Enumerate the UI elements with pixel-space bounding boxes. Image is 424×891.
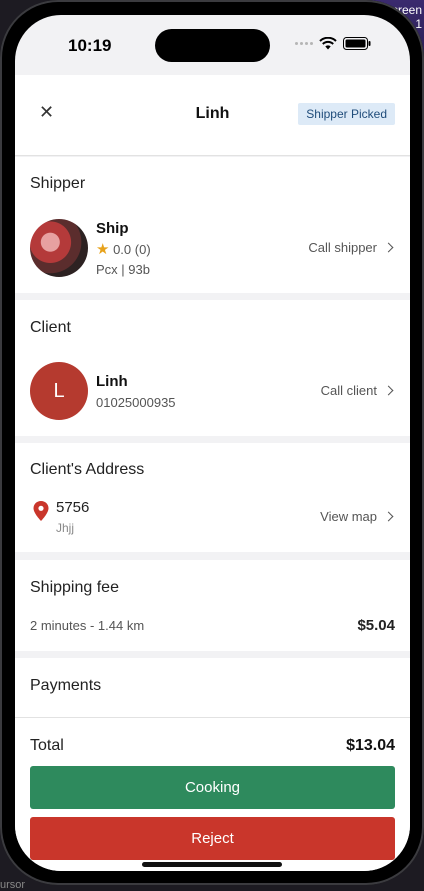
section-title-address: Client's Address [30, 461, 145, 478]
phone-frame: 10:19 ✕ Linh Shipper Picked Shipper Ship… [0, 0, 424, 885]
battery-icon [343, 37, 371, 50]
address-line2: Jhjj [56, 521, 75, 535]
call-shipper-label: Call shipper [308, 240, 377, 255]
address-card: Client's Address 5756 Jhjj View map [15, 443, 410, 552]
total-label: Total [30, 737, 64, 754]
section-title-client: Client [30, 319, 71, 336]
shipper-card: Shipper Ship ★ 0.0 (0) Pcx | 93b Call sh… [15, 157, 410, 293]
shipping-details: 2 minutes - 1.44 km [30, 618, 145, 633]
view-map-button[interactable]: View map [320, 509, 394, 524]
footer: Total $13.04 Cooking Reject [15, 717, 410, 871]
dynamic-island [155, 29, 270, 62]
chevron-right-icon [383, 511, 394, 522]
section-title-shipper: Shipper [30, 175, 86, 192]
location-pin-icon [33, 501, 49, 521]
client-card: Client L Linh 01025000935 Call client [15, 300, 410, 436]
shipper-name: Ship [96, 220, 129, 237]
shipping-fee-card: Shipping fee 2 minutes - 1.44 km $5.04 [15, 560, 410, 651]
shipper-rating: ★ 0.0 (0) [96, 240, 151, 258]
background-bottom-text: ursor [0, 879, 26, 891]
section-title-shipping-fee: Shipping fee [30, 579, 119, 596]
chevron-right-icon [383, 242, 394, 253]
address-line1: 5756 [56, 499, 90, 516]
reject-button[interactable]: Reject [30, 817, 395, 860]
phone-screen: 10:19 ✕ Linh Shipper Picked Shipper Ship… [15, 15, 410, 871]
status-time: 10:19 [68, 36, 112, 55]
home-indicator[interactable] [142, 862, 282, 867]
shipper-rating-value: 0.0 (0) [113, 242, 151, 257]
total-value: $13.04 [346, 737, 395, 754]
shipper-avatar [30, 219, 88, 277]
header: ✕ Linh Shipper Picked [15, 75, 410, 156]
view-map-label: View map [320, 509, 377, 524]
client-avatar: L [30, 362, 88, 420]
client-name: Linh [96, 373, 128, 390]
star-icon: ★ [96, 241, 110, 258]
shipper-vehicle: Pcx | 93b [96, 262, 150, 277]
cellular-signal-icon [295, 42, 313, 45]
shipping-fee-amount: $5.04 [357, 617, 395, 634]
call-client-button[interactable]: Call client [320, 383, 394, 398]
call-client-label: Call client [320, 383, 377, 398]
call-shipper-button[interactable]: Call shipper [308, 240, 394, 255]
chevron-right-icon [383, 385, 394, 396]
section-title-payments: Payments [30, 677, 102, 694]
status-badge: Shipper Picked [298, 103, 395, 125]
status-icons [295, 37, 371, 50]
cooking-button[interactable]: Cooking [30, 766, 395, 809]
wifi-icon [319, 37, 337, 50]
client-phone: 01025000935 [96, 395, 176, 410]
